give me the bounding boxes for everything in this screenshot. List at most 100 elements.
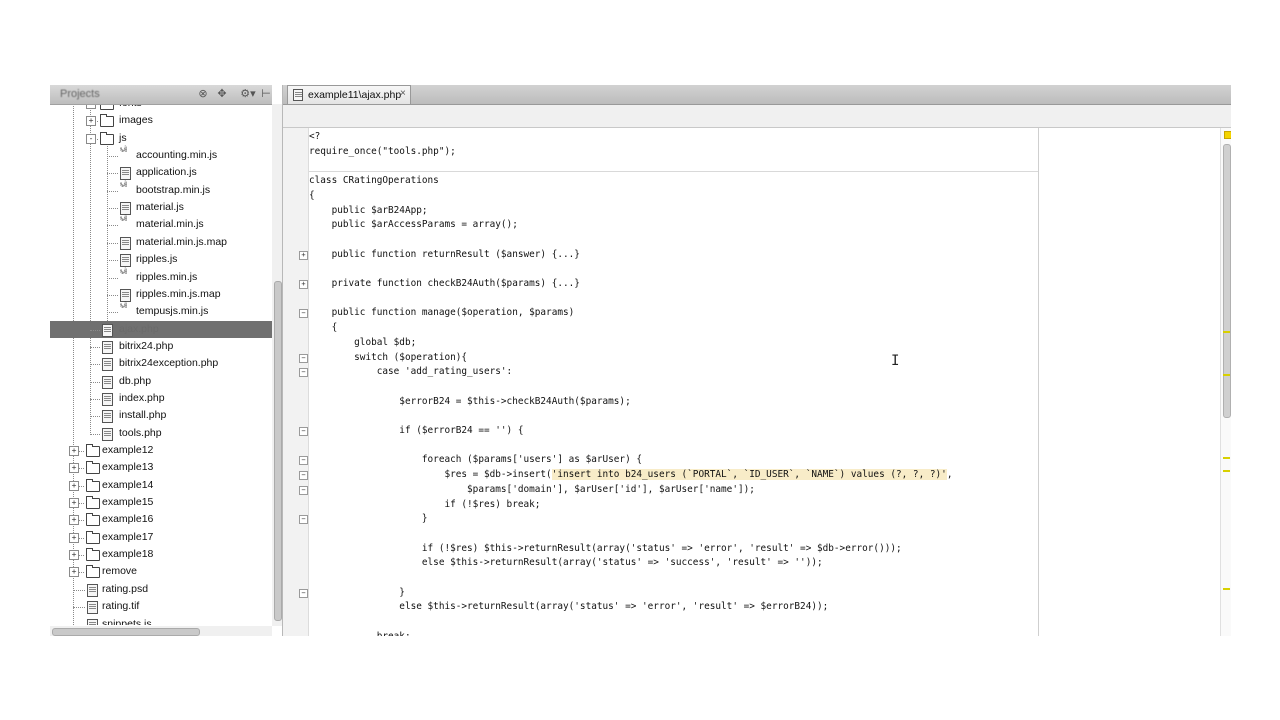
tree-item-label: example14 bbox=[102, 478, 154, 491]
tree-item-label: rating.tif bbox=[102, 600, 140, 613]
fold-collapse-icon[interactable]: − bbox=[299, 427, 308, 436]
fold-collapse-icon[interactable]: − bbox=[299, 353, 308, 363]
error-stripe-mark[interactable] bbox=[1223, 470, 1230, 472]
fold-collapse-icon[interactable]: − bbox=[299, 309, 308, 319]
tree-item[interactable]: tools.php bbox=[50, 425, 272, 442]
tree-item[interactable]: ajax.php bbox=[50, 320, 272, 338]
tree-item[interactable]: bootstrap.min.js bbox=[50, 182, 272, 199]
warning-status-icon[interactable] bbox=[1224, 131, 1231, 139]
fold-collapse-icon[interactable]: − bbox=[299, 588, 308, 598]
tree-item[interactable]: material.js bbox=[50, 199, 272, 216]
code-line: public function manage($operation, $para… bbox=[309, 307, 575, 319]
fold-expand-icon[interactable]: + bbox=[299, 280, 308, 289]
scrollbar-thumb[interactable] bbox=[52, 628, 200, 636]
tree-item[interactable]: + images bbox=[50, 112, 272, 129]
tree-item[interactable]: - js bbox=[50, 130, 272, 147]
code-line: if (!$res) break; bbox=[309, 498, 541, 510]
expand-icon[interactable]: + bbox=[69, 463, 79, 474]
tree-item[interactable]: ripples.min.js.map bbox=[50, 286, 272, 303]
tree-item-label: bootstrap.min.js bbox=[136, 183, 211, 196]
fold-collapse-icon[interactable]: − bbox=[299, 485, 308, 495]
code-line: $errorB24 = $this->checkB24Auth($params)… bbox=[309, 395, 631, 407]
tree-item-label: accounting.min.js bbox=[136, 149, 218, 162]
tree-item-label: material.js bbox=[136, 201, 184, 214]
expand-icon[interactable]: + bbox=[69, 446, 79, 456]
close-tab-icon[interactable]: × bbox=[400, 88, 406, 99]
tree-connector bbox=[107, 312, 118, 314]
tree-item[interactable]: + example12 bbox=[50, 442, 272, 459]
tree-item[interactable]: accounting.min.js bbox=[50, 147, 272, 164]
tree-item[interactable]: tempusjs.min.js bbox=[50, 303, 272, 320]
tree-item[interactable]: index.php bbox=[50, 390, 272, 407]
file-icon bbox=[102, 323, 113, 337]
expand-icon[interactable]: + bbox=[69, 498, 79, 509]
tree-connector bbox=[107, 208, 118, 210]
tree-item[interactable]: application.js bbox=[50, 164, 272, 181]
tree-item[interactable]: rating.psd bbox=[50, 581, 272, 598]
tree-item[interactable]: + remove bbox=[50, 563, 272, 580]
tree-item[interactable]: db.php bbox=[50, 373, 272, 390]
error-stripe-mark[interactable] bbox=[1223, 457, 1230, 459]
fold-collapse-icon[interactable]: − bbox=[299, 456, 308, 466]
error-stripe[interactable] bbox=[1220, 128, 1231, 636]
project-panel-title[interactable]: Projects bbox=[60, 88, 100, 100]
tree-item[interactable]: + example13 bbox=[50, 459, 272, 476]
tree-item-label: material.min.js.map bbox=[136, 235, 228, 248]
expand-icon[interactable]: + bbox=[69, 567, 79, 578]
project-panel: -fonts+images-jsaccounting.min.jsapplica… bbox=[50, 85, 283, 636]
project-tree-horizontal-scrollbar[interactable] bbox=[50, 626, 272, 636]
code-line: private function checkB24Auth($params) {… bbox=[309, 278, 580, 289]
folder-icon bbox=[86, 548, 100, 562]
tree-item[interactable]: material.min.js bbox=[50, 216, 272, 233]
tree-item[interactable]: rating.tif bbox=[50, 598, 272, 615]
error-stripe-mark[interactable] bbox=[1223, 374, 1230, 376]
tree-connector bbox=[90, 346, 100, 348]
error-stripe-mark[interactable] bbox=[1223, 588, 1230, 590]
tree-item-label: ajax.php bbox=[119, 322, 159, 335]
tree-item[interactable]: snippets.js bbox=[50, 616, 272, 625]
close-panel-icon[interactable]: ⊗ bbox=[196, 87, 210, 101]
tree-connector bbox=[107, 260, 118, 262]
tree-item-label: remove bbox=[102, 565, 138, 578]
error-stripe-mark[interactable] bbox=[1223, 331, 1230, 333]
code-line: else $this->returnResult(array('status' … bbox=[309, 557, 823, 569]
fold-collapse-icon[interactable]: − bbox=[299, 471, 308, 481]
tree-connector bbox=[107, 156, 118, 158]
tree-item[interactable]: ripples.js bbox=[50, 251, 272, 268]
scrollbar-thumb[interactable] bbox=[274, 281, 282, 621]
tree-item[interactable]: material.min.js.map bbox=[50, 234, 272, 251]
tab-ajax-php[interactable]: example11\ajax.php × bbox=[287, 85, 411, 104]
minified-file-icon bbox=[120, 304, 132, 317]
project-tree-vertical-scrollbar[interactable] bbox=[272, 104, 282, 626]
tree-item[interactable]: + example14 bbox=[50, 477, 272, 494]
settings-gear-icon[interactable]: ⚙▾ bbox=[238, 87, 258, 101]
collapse-icon[interactable]: - bbox=[86, 133, 96, 144]
editor-scrollbar-thumb[interactable] bbox=[1223, 144, 1231, 418]
tree-item-label: example12 bbox=[102, 444, 154, 456]
tree-item[interactable]: + example18 bbox=[50, 546, 272, 563]
tree-item[interactable]: bitrix24.php bbox=[50, 338, 272, 355]
fold-collapse-icon[interactable]: − bbox=[299, 368, 308, 378]
tree-item[interactable]: ripples.min.js bbox=[50, 269, 272, 286]
expand-icon[interactable]: + bbox=[86, 116, 96, 127]
expand-icon[interactable]: + bbox=[69, 515, 79, 526]
tree-item-label: images bbox=[119, 114, 153, 127]
expand-icon[interactable]: + bbox=[69, 480, 79, 491]
code-area[interactable]: I <? require_once("tools.php"); class CRat… bbox=[309, 128, 1219, 636]
project-panel-header: Projects ⊗ ✥ ⚙▾ ⊢ bbox=[50, 85, 272, 105]
fold-expand-icon[interactable]: + bbox=[299, 250, 308, 260]
expand-icon[interactable]: + bbox=[69, 532, 79, 543]
tree-item[interactable]: bitrix24exception.php bbox=[50, 355, 272, 372]
expand-icon[interactable]: + bbox=[69, 550, 79, 561]
tree-item[interactable]: install.php bbox=[50, 407, 272, 424]
tree-item[interactable]: + example17 bbox=[50, 529, 272, 546]
minimize-panel-icon[interactable]: ⊢ bbox=[260, 87, 272, 101]
tree-item[interactable]: + example15 bbox=[50, 494, 272, 511]
code-line: case 'add_rating_users': bbox=[309, 366, 513, 378]
pin-icon[interactable]: ✥ bbox=[215, 87, 229, 101]
minified-file-icon bbox=[120, 270, 132, 283]
tree-item[interactable]: + example16 bbox=[50, 511, 272, 528]
fold-collapse-icon[interactable]: − bbox=[299, 515, 308, 525]
file-icon bbox=[87, 618, 98, 625]
code-line: { bbox=[309, 322, 338, 334]
